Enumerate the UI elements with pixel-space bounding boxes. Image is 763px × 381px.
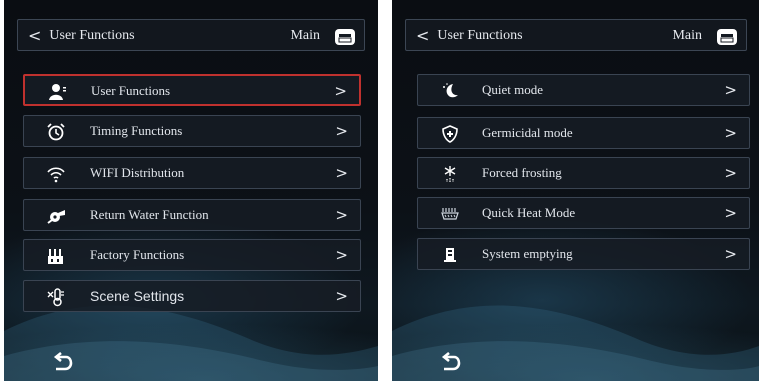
main-label[interactable]: Main <box>672 26 702 46</box>
menu-item-label: WIFI Distribution <box>90 165 185 180</box>
factory-icon <box>48 249 63 264</box>
return-icon[interactable] <box>440 352 462 372</box>
chevron-right-icon: > <box>724 245 737 263</box>
chevron-right-icon: > <box>724 204 737 222</box>
menu-item-label: Germicidal mode <box>482 125 573 140</box>
main-label[interactable]: Main <box>290 26 320 46</box>
header-title: User Functions <box>49 28 135 43</box>
header-bar: < User Functions Main <box>17 19 365 51</box>
menu-item-label: Factory Functions <box>90 247 185 262</box>
menu-item-wifi-distribution[interactable]: WIFI Distribution > <box>23 157 361 189</box>
chevron-right-icon: > <box>334 82 347 100</box>
chevron-right-icon: > <box>724 124 737 142</box>
shield-icon <box>442 125 458 143</box>
return-icon[interactable] <box>52 352 74 372</box>
chevron-right-icon: > <box>335 287 348 305</box>
menu-item-timing-functions[interactable]: Timing Functions > <box>23 115 361 147</box>
chevron-right-icon: > <box>335 164 348 182</box>
chevron-left-icon: < <box>416 26 430 45</box>
header-title: User Functions <box>437 28 523 43</box>
menu-item-quick-heat-mode[interactable]: Quick Heat Mode > <box>417 197 750 229</box>
left-screen: < User Functions Main User Functions > T… <box>4 0 378 381</box>
chevron-left-icon: < <box>28 26 42 45</box>
user-icon <box>49 84 66 100</box>
menu-item-quiet-mode[interactable]: Quiet mode > <box>417 74 750 106</box>
alarm-clock-icon <box>47 123 65 141</box>
menu-item-germicidal-mode[interactable]: Germicidal mode > <box>417 117 750 149</box>
chevron-right-icon: > <box>335 122 348 140</box>
header-bar: < User Functions Main <box>405 19 747 51</box>
menu-item-forced-frosting[interactable]: Forced frosting > <box>417 157 750 189</box>
menu-item-label: Scene Settings <box>90 288 185 304</box>
menu-item-label: User Functions <box>91 83 171 98</box>
menu-item-system-emptying[interactable]: System emptying > <box>417 238 750 270</box>
chevron-right-icon: > <box>335 206 348 224</box>
menu-item-label: Timing Functions <box>90 123 183 138</box>
right-screen: < User Functions Main Quiet mode > Germi… <box>392 0 759 381</box>
snowflake-icon <box>444 166 456 182</box>
menu-item-label: Quiet mode <box>482 82 544 97</box>
menu-item-label: System emptying <box>482 246 573 261</box>
water-pump-icon <box>47 210 65 224</box>
menu-item-user-functions[interactable]: User Functions > <box>23 74 361 106</box>
wifi-icon <box>47 167 65 183</box>
moon-icon <box>443 83 458 98</box>
menu-item-label: Quick Heat Mode <box>482 205 576 220</box>
home-icon[interactable] <box>716 26 738 46</box>
drain-icon <box>444 248 456 262</box>
chevron-right-icon: > <box>724 81 737 99</box>
heater-icon <box>441 208 459 220</box>
thermometer-icon <box>47 288 64 307</box>
chevron-right-icon: > <box>724 164 737 182</box>
menu-item-scene-settings[interactable]: Scene Settings > <box>23 280 361 312</box>
chevron-right-icon: > <box>335 246 348 264</box>
menu-item-label: Return Water Function <box>90 207 209 222</box>
menu-item-factory-functions[interactable]: Factory Functions > <box>23 239 361 271</box>
menu-item-return-water-function[interactable]: Return Water Function > <box>23 199 361 231</box>
home-icon[interactable] <box>334 26 356 46</box>
back-button[interactable]: < User Functions <box>416 26 523 46</box>
back-button[interactable]: < User Functions <box>28 26 135 46</box>
menu-item-label: Forced frosting <box>482 165 562 180</box>
